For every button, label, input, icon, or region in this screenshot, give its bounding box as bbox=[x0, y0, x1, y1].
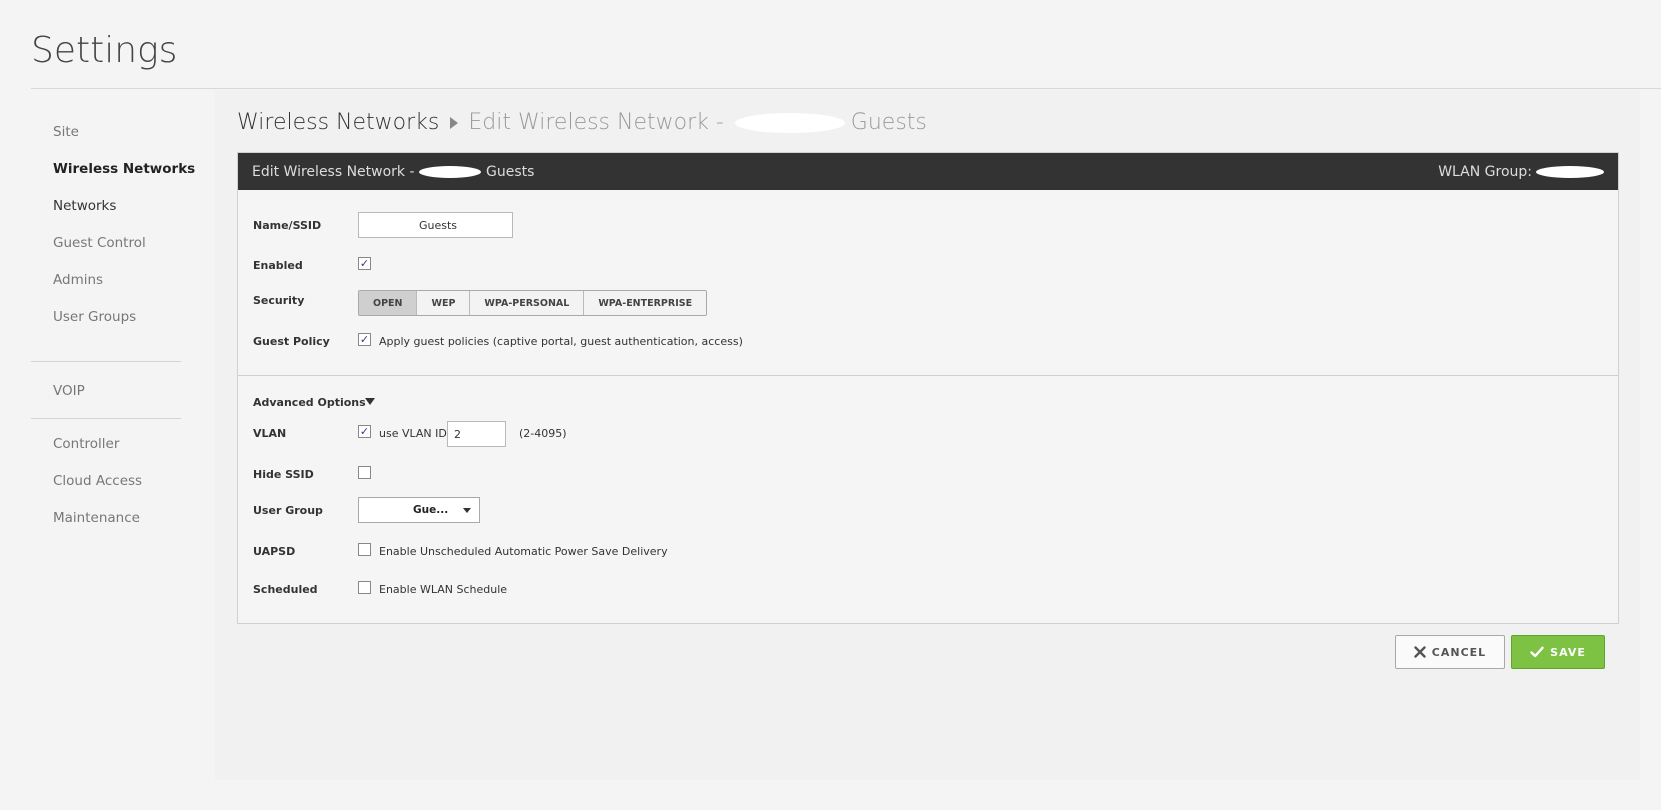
name-ssid-input[interactable]: Guests bbox=[358, 212, 513, 238]
scheduled-text: Enable WLAN Schedule bbox=[379, 583, 508, 596]
security-wpa-personal-button[interactable]: WPA-PERSONAL bbox=[470, 291, 585, 315]
edit-network-panel: Edit Wireless Network - Guests WLAN Grou… bbox=[237, 152, 1619, 624]
cancel-label: CANCEL bbox=[1431, 645, 1487, 659]
breadcrumb-current-suffix: Guests bbox=[850, 110, 927, 135]
hide-ssid-checkbox[interactable] bbox=[358, 466, 371, 479]
panel-title-suffix: Guests bbox=[486, 163, 535, 180]
save-button[interactable]: SAVE bbox=[1511, 635, 1605, 669]
sidebar-item-admins[interactable]: Admins bbox=[53, 272, 103, 288]
redaction bbox=[365, 220, 415, 230]
user-group-value: Gue... bbox=[413, 504, 449, 516]
hide-ssid-label: Hide SSID bbox=[253, 468, 314, 481]
enabled-label: Enabled bbox=[253, 259, 303, 272]
uapsd-label: UAPSD bbox=[253, 545, 296, 558]
user-group-select[interactable]: Gue... bbox=[358, 497, 480, 523]
chevron-down-icon bbox=[463, 508, 471, 513]
cancel-button[interactable]: CANCEL bbox=[1395, 635, 1505, 669]
sidebar-item-voip[interactable]: VOIP bbox=[53, 383, 85, 399]
security-wpa-enterprise-button[interactable]: WPA-ENTERPRISE bbox=[584, 291, 707, 315]
guest-policy-checkbox[interactable]: ✓ bbox=[358, 333, 371, 346]
vlan-checkbox[interactable]: ✓ bbox=[358, 425, 371, 438]
sidebar-item-maintenance[interactable]: Maintenance bbox=[53, 510, 140, 526]
security-segmented-control: OPEN WEP WPA-PERSONAL WPA-ENTERPRISE bbox=[358, 290, 708, 316]
scheduled-checkbox[interactable] bbox=[358, 581, 371, 594]
redaction bbox=[1536, 165, 1604, 178]
redaction bbox=[734, 112, 845, 133]
header-divider bbox=[31, 88, 1661, 89]
panel-title-prefix: Edit Wireless Network - bbox=[252, 163, 419, 180]
sidebar-item-cloud-access[interactable]: Cloud Access bbox=[53, 473, 142, 489]
name-ssid-label: Name/SSID bbox=[253, 219, 322, 232]
save-label: SAVE bbox=[1550, 645, 1586, 659]
redaction bbox=[419, 165, 481, 178]
vlan-range-hint: (2-4095) bbox=[519, 427, 567, 440]
sidebar-item-controller[interactable]: Controller bbox=[53, 436, 119, 452]
vlan-checkbox-text: use VLAN ID bbox=[379, 427, 447, 440]
breadcrumb: Wireless Networks Edit Wireless Network … bbox=[237, 110, 927, 135]
panel-header: Edit Wireless Network - Guests WLAN Grou… bbox=[238, 153, 1618, 190]
user-group-label: User Group bbox=[253, 504, 323, 517]
vlan-id-value: 2 bbox=[454, 427, 461, 441]
triangle-right-icon bbox=[450, 116, 459, 129]
name-ssid-value: Guests bbox=[419, 218, 458, 232]
x-icon bbox=[1414, 646, 1426, 658]
breadcrumb-current-prefix: Edit Wireless Network - bbox=[468, 110, 731, 135]
triangle-down-icon[interactable] bbox=[365, 398, 375, 405]
guest-policy-text: Apply guest policies (captive portal, gu… bbox=[379, 335, 743, 348]
wlan-group-label: WLAN Group: bbox=[1438, 163, 1532, 180]
page-title: Settings bbox=[31, 30, 178, 71]
uapsd-text: Enable Unscheduled Automatic Power Save … bbox=[379, 545, 668, 558]
vlan-id-input[interactable]: 2 bbox=[447, 421, 506, 447]
sidebar-item-user-groups[interactable]: User Groups bbox=[53, 309, 136, 325]
uapsd-checkbox[interactable] bbox=[358, 543, 371, 556]
sidebar-divider bbox=[31, 418, 181, 419]
sidebar-item-wireless-networks[interactable]: Wireless Networks bbox=[53, 161, 195, 177]
security-open-button[interactable]: OPEN bbox=[359, 291, 418, 315]
redaction bbox=[367, 505, 409, 515]
security-wep-button[interactable]: WEP bbox=[417, 291, 471, 315]
vlan-label: VLAN bbox=[253, 427, 287, 440]
sidebar-divider bbox=[31, 361, 181, 362]
advanced-options-toggle[interactable]: Advanced Options bbox=[253, 396, 366, 409]
sidebar-item-guest-control[interactable]: Guest Control bbox=[53, 235, 146, 251]
guest-policy-label: Guest Policy bbox=[253, 335, 330, 348]
check-icon bbox=[1530, 646, 1544, 658]
breadcrumb-current: Edit Wireless Network - Guests bbox=[468, 110, 927, 135]
sidebar-item-site[interactable]: Site bbox=[53, 124, 79, 140]
scheduled-label: Scheduled bbox=[253, 583, 318, 596]
sidebar-item-networks[interactable]: Networks bbox=[53, 198, 116, 214]
enabled-checkbox[interactable]: ✓ bbox=[358, 257, 371, 270]
security-label: Security bbox=[253, 294, 305, 307]
section-divider bbox=[238, 375, 1618, 376]
breadcrumb-wireless-networks[interactable]: Wireless Networks bbox=[237, 110, 439, 135]
